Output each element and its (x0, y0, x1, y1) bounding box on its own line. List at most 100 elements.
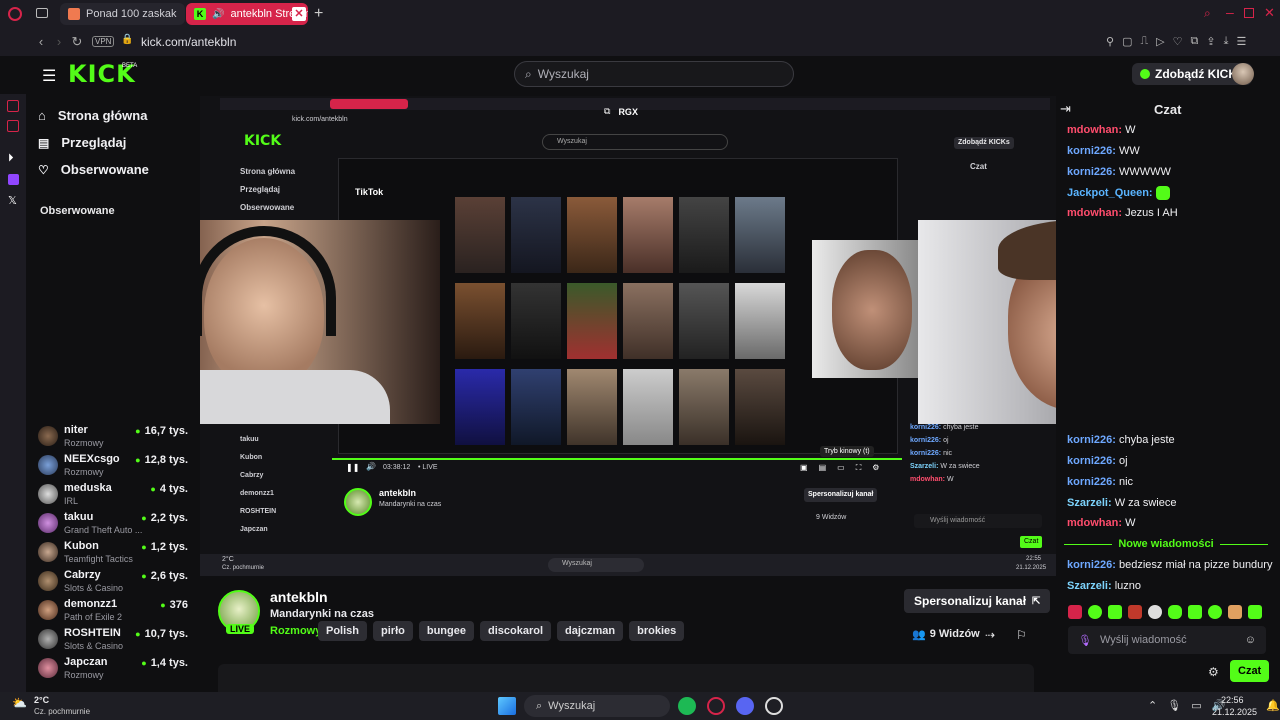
tag-pill[interactable]: pirło (373, 621, 413, 641)
collapse-chat-icon[interactable]: ⇥ (1060, 101, 1071, 117)
new-messages-divider[interactable]: Nowe wiadomości (1064, 537, 1269, 551)
chat-username[interactable]: mdowhan: (1067, 124, 1122, 136)
emote-icon[interactable] (1168, 605, 1182, 619)
tab-active[interactable]: K 🔊 antekbln Stream (186, 3, 308, 25)
tag-pill[interactable]: bungee (418, 621, 474, 641)
nav-following[interactable]: ♡ Obserwowane (38, 162, 149, 177)
url-field[interactable]: kick.com/antekbln (141, 35, 236, 49)
clock-date[interactable]: 21.12.2025 (1212, 707, 1257, 717)
menu-icon[interactable]: ☰ (1236, 35, 1246, 48)
opera-icon[interactable] (8, 7, 22, 21)
display-tray-icon[interactable]: ▭ (1191, 699, 1201, 712)
emote-icon[interactable] (1228, 605, 1242, 619)
emote-icon[interactable] (1108, 605, 1122, 619)
tag-pill[interactable]: dajczman (557, 621, 624, 641)
channel-name[interactable]: antekbln (270, 589, 328, 605)
chat-username[interactable]: Jackpot_Queen: (1067, 187, 1153, 199)
reload-icon[interactable]: ↻ (68, 34, 86, 50)
emoji-picker-icon[interactable]: ☺ (1245, 634, 1256, 646)
chat-username[interactable]: mdowhan: (1067, 207, 1122, 219)
close-window-icon[interactable]: ✕ (1264, 5, 1275, 21)
nav-browse[interactable]: ▤ Przeglądaj (38, 135, 126, 150)
extensions-icon[interactable]: ⧉ (1191, 35, 1199, 48)
notifications-icon[interactable]: 🔔 (1266, 699, 1280, 712)
sidebar-app-icon[interactable] (7, 120, 19, 132)
speaker-icon[interactable]: 🔊 (212, 9, 224, 20)
clock-time[interactable]: 22:56 (1221, 695, 1244, 705)
menu-toggle-icon[interactable]: ☰ (42, 66, 56, 86)
maximize-icon[interactable] (1244, 8, 1254, 18)
chat-username[interactable]: korni226: (1067, 476, 1116, 488)
twitch-icon[interactable] (8, 174, 19, 185)
tab-inactive[interactable]: Ponad 100 zaskakujących (60, 3, 185, 25)
chat-input[interactable]: 🎙 Wyślij wiadomość ☺ (1068, 626, 1266, 654)
following-item[interactable]: Japczan Rozmowy 1,4 tys. (38, 656, 188, 684)
snapshot-icon[interactable]: ▢ (1122, 35, 1132, 48)
heart-icon[interactable]: ♡ (1173, 35, 1183, 48)
emote-icon[interactable] (1148, 605, 1162, 619)
chat-username[interactable]: korni226: (1067, 166, 1116, 178)
chat-username[interactable]: korni226: (1067, 559, 1116, 571)
opera-taskbar-icon[interactable] (707, 697, 725, 715)
chat-username[interactable]: Szarzeli: (1067, 497, 1112, 509)
mic-icon[interactable]: 🎙 (1078, 634, 1092, 647)
tab-close-icon[interactable]: ✕ (292, 7, 306, 21)
nav-home[interactable]: ⌂ Strona główna (38, 108, 147, 123)
vpn-badge[interactable]: VPN (92, 36, 115, 47)
user-avatar[interactable] (1232, 63, 1254, 85)
following-item[interactable]: NEEXcsgo Rozmowy 12,8 tys. (38, 453, 188, 481)
emote-icon[interactable] (1208, 605, 1222, 619)
emote-icon[interactable] (1248, 605, 1262, 619)
tray-expand-icon[interactable]: ⌃ (1148, 699, 1157, 712)
search-tabs-icon[interactable]: ⌕ (1204, 6, 1211, 21)
following-item[interactable]: meduska IRL 4 tys. (38, 482, 188, 510)
mod-actions-icon[interactable]: ⚐ (1016, 628, 1027, 642)
chat-username[interactable]: mdowhan: (1067, 517, 1122, 529)
tag-pill[interactable]: Polish (318, 621, 368, 641)
following-item[interactable]: demonzz1 Path of Exile 2 376 (38, 598, 188, 626)
kick-sidebar-icon[interactable]: ⏵ (8, 152, 14, 165)
emote-icon[interactable] (1128, 605, 1142, 619)
share-icon[interactable]: ⇪ (1206, 35, 1215, 48)
x-icon[interactable]: 𝕏 (8, 194, 17, 207)
tag-pill[interactable]: discokarol (479, 621, 552, 641)
personalize-channel-button[interactable]: Spersonalizuj kanał ⇱ (904, 589, 1051, 613)
emote-icon[interactable] (1188, 605, 1202, 619)
download-icon[interactable]: ⤓ (1224, 35, 1229, 48)
weather-icon[interactable]: ⛅ (12, 696, 27, 710)
video-player[interactable]: kick.com/antekbln KICK Wyszukaj Zdobądź … (200, 96, 1056, 576)
tab-overview-icon[interactable] (36, 8, 48, 18)
chat-username[interactable]: korni226: (1067, 434, 1116, 446)
chat-username[interactable]: korni226: (1067, 145, 1116, 157)
following-item[interactable]: Kubon Teamfight Tactics 1,2 tys. (38, 540, 188, 568)
search-input[interactable]: ⌕ Wyszukaj (514, 61, 794, 87)
popout-icon[interactable]: ⧉ (604, 106, 610, 117)
spotify-icon[interactable] (678, 697, 696, 715)
forward-icon[interactable]: › (50, 34, 68, 49)
pin-icon[interactable]: ⚲ (1106, 35, 1114, 48)
chat-username[interactable]: korni226: (1067, 455, 1116, 467)
bookmark-icon[interactable]: ⎍ (1140, 35, 1148, 48)
emote-icon[interactable] (1088, 605, 1102, 619)
back-icon[interactable]: ‹ (32, 34, 50, 49)
sidebar-app-icon[interactable] (7, 100, 19, 112)
following-item[interactable]: niter Rozmowy 16,7 tys. (38, 424, 188, 452)
taskbar-search[interactable]: ⌕ Wyszukaj (524, 695, 670, 717)
stream-category[interactable]: Rozmowy (270, 625, 321, 637)
following-item[interactable]: ROSHTEIN Slots & Casino 10,7 tys. (38, 627, 188, 655)
start-icon[interactable] (498, 697, 516, 715)
following-item[interactable]: takuu Grand Theft Auto ... 2,2 tys. (38, 511, 188, 539)
emote-icon[interactable] (1068, 605, 1082, 619)
player-icon[interactable]: ▷ (1156, 35, 1164, 48)
following-item[interactable]: Cabrzy Slots & Casino 2,6 tys. (38, 569, 188, 597)
steam-icon[interactable] (765, 697, 783, 715)
minimize-icon[interactable]: – (1226, 4, 1234, 20)
new-tab-icon[interactable]: + (314, 5, 323, 23)
tag-pill[interactable]: brokies (629, 621, 685, 641)
chat-username[interactable]: Szarzeli: (1067, 580, 1112, 592)
chat-send-button[interactable]: Czat (1230, 660, 1270, 682)
share-icon[interactable]: ⇢ (985, 628, 995, 642)
mic-tray-icon[interactable]: 🎙 (1167, 699, 1181, 712)
discord-icon[interactable] (736, 697, 754, 715)
chat-settings-icon[interactable]: ⚙ (1208, 665, 1219, 679)
